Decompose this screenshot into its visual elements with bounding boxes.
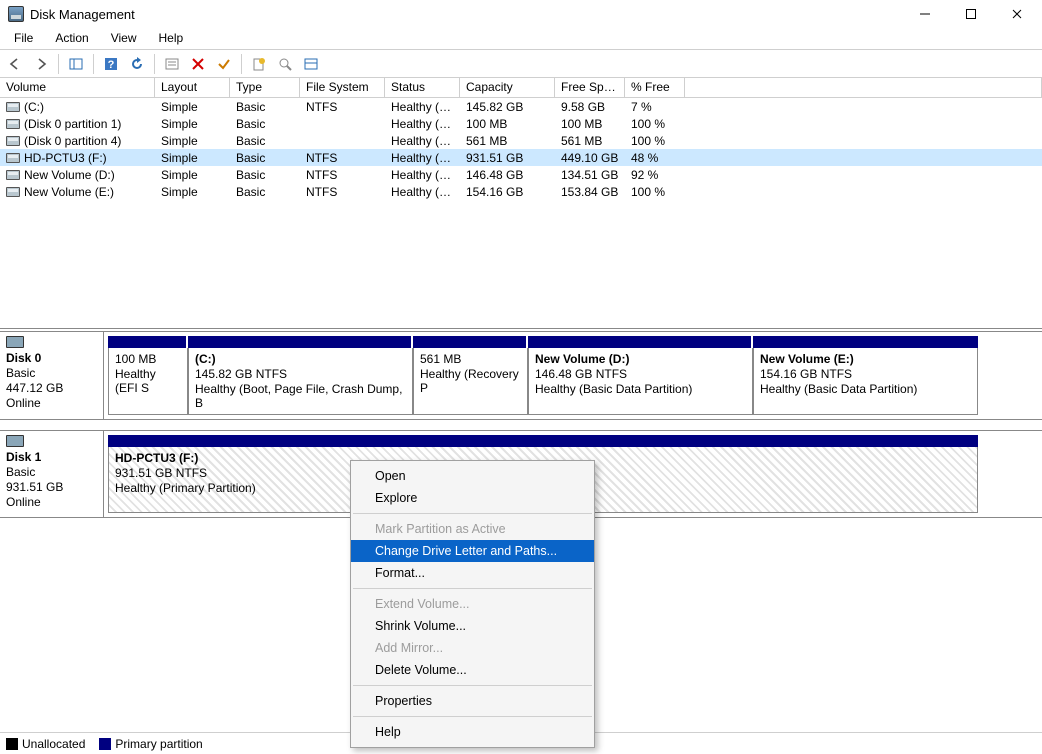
drive-icon: [6, 102, 20, 112]
drive-icon: [6, 153, 20, 163]
volume-list-header: Volume Layout Type File System Status Ca…: [0, 78, 1042, 98]
menu-action[interactable]: Action: [45, 29, 98, 48]
toolbar-separator: [58, 54, 59, 74]
volume-row[interactable]: New Volume (E:)SimpleBasicNTFSHealthy (B…: [0, 183, 1042, 200]
partition[interactable]: (C:)145.82 GB NTFSHealthy (Boot, Page Fi…: [188, 348, 413, 415]
volume-row[interactable]: (Disk 0 partition 4)SimpleBasicHealthy (…: [0, 132, 1042, 149]
partition[interactable]: 561 MBHealthy (Recovery P: [413, 348, 528, 415]
menu-separator: [353, 513, 592, 514]
window-controls: [902, 0, 1040, 28]
column-type[interactable]: Type: [230, 78, 300, 97]
menu-open[interactable]: Open: [351, 465, 594, 487]
menu-separator: [353, 716, 592, 717]
menu-shrink-volume[interactable]: Shrink Volume...: [351, 615, 594, 637]
title-bar: Disk Management: [0, 0, 1042, 28]
menu-change-drive-letter[interactable]: Change Drive Letter and Paths...: [351, 540, 594, 562]
svg-text:?: ?: [108, 59, 115, 71]
volume-row[interactable]: HD-PCTU3 (F:)SimpleBasicNTFSHealthy (P..…: [0, 149, 1042, 166]
menu-help[interactable]: Help: [149, 29, 194, 48]
legend-unallocated: Unallocated: [6, 737, 85, 751]
volume-list: Volume Layout Type File System Status Ca…: [0, 78, 1042, 329]
menu-mark-active: Mark Partition as Active: [351, 518, 594, 540]
swatch-unallocated: [6, 738, 18, 750]
context-menu: Open Explore Mark Partition as Active Ch…: [350, 460, 595, 748]
forward-button[interactable]: [30, 53, 52, 75]
minimize-button[interactable]: [902, 0, 948, 28]
menu-properties[interactable]: Properties: [351, 690, 594, 712]
menu-file[interactable]: File: [4, 29, 43, 48]
menu-add-mirror: Add Mirror...: [351, 637, 594, 659]
toolbar: ?: [0, 50, 1042, 78]
column-layout[interactable]: Layout: [155, 78, 230, 97]
drive-icon: [6, 170, 20, 180]
column-spacer: [685, 78, 1042, 97]
app-icon: [8, 6, 24, 22]
menu-explore[interactable]: Explore: [351, 487, 594, 509]
volume-row[interactable]: (C:)SimpleBasicNTFSHealthy (B...145.82 G…: [0, 98, 1042, 115]
show-hide-tree-button[interactable]: [65, 53, 87, 75]
disk-icon: [6, 435, 24, 447]
close-button[interactable]: [994, 0, 1040, 28]
column-capacity[interactable]: Capacity: [460, 78, 555, 97]
column-volume[interactable]: Volume: [0, 78, 155, 97]
column-pct[interactable]: % Free: [625, 78, 685, 97]
disk-info[interactable]: Disk 1Basic931.51 GBOnline: [0, 431, 104, 517]
partition[interactable]: New Volume (D:)146.48 GB NTFSHealthy (Ba…: [528, 348, 753, 415]
help-button[interactable]: ?: [100, 53, 122, 75]
drive-icon: [6, 136, 20, 146]
volume-row[interactable]: (Disk 0 partition 1)SimpleBasicHealthy (…: [0, 115, 1042, 132]
disk-icon: [6, 336, 24, 348]
swatch-primary: [99, 738, 111, 750]
partition[interactable]: New Volume (E:)154.16 GB NTFSHealthy (Ba…: [753, 348, 978, 415]
settings-button[interactable]: [161, 53, 183, 75]
legend-primary: Primary partition: [99, 737, 202, 751]
menu-bar: File Action View Help: [0, 28, 1042, 50]
list-button[interactable]: [300, 53, 322, 75]
menu-format[interactable]: Format...: [351, 562, 594, 584]
back-button[interactable]: [4, 53, 26, 75]
column-free[interactable]: Free Spa...: [555, 78, 625, 97]
refresh-button[interactable]: [126, 53, 148, 75]
toolbar-separator: [93, 54, 94, 74]
check-button[interactable]: [213, 53, 235, 75]
menu-view[interactable]: View: [101, 29, 147, 48]
window-title: Disk Management: [30, 7, 135, 22]
menu-delete-volume[interactable]: Delete Volume...: [351, 659, 594, 681]
new-button[interactable]: [248, 53, 270, 75]
column-filesystem[interactable]: File System: [300, 78, 385, 97]
search-button[interactable]: [274, 53, 296, 75]
partition[interactable]: 100 MBHealthy (EFI S: [108, 348, 188, 415]
menu-separator: [353, 685, 592, 686]
maximize-button[interactable]: [948, 0, 994, 28]
drive-icon: [6, 119, 20, 129]
delete-button[interactable]: [187, 53, 209, 75]
toolbar-separator: [241, 54, 242, 74]
disk-block: Disk 0Basic447.12 GBOnline100 MBHealthy …: [0, 331, 1042, 420]
volume-list-body[interactable]: (C:)SimpleBasicNTFSHealthy (B...145.82 G…: [0, 98, 1042, 328]
disk-info[interactable]: Disk 0Basic447.12 GBOnline: [0, 332, 104, 419]
toolbar-separator: [154, 54, 155, 74]
volume-row[interactable]: New Volume (D:)SimpleBasicNTFSHealthy (B…: [0, 166, 1042, 183]
drive-icon: [6, 187, 20, 197]
menu-separator: [353, 588, 592, 589]
menu-help[interactable]: Help: [351, 721, 594, 743]
menu-extend-volume: Extend Volume...: [351, 593, 594, 615]
column-status[interactable]: Status: [385, 78, 460, 97]
